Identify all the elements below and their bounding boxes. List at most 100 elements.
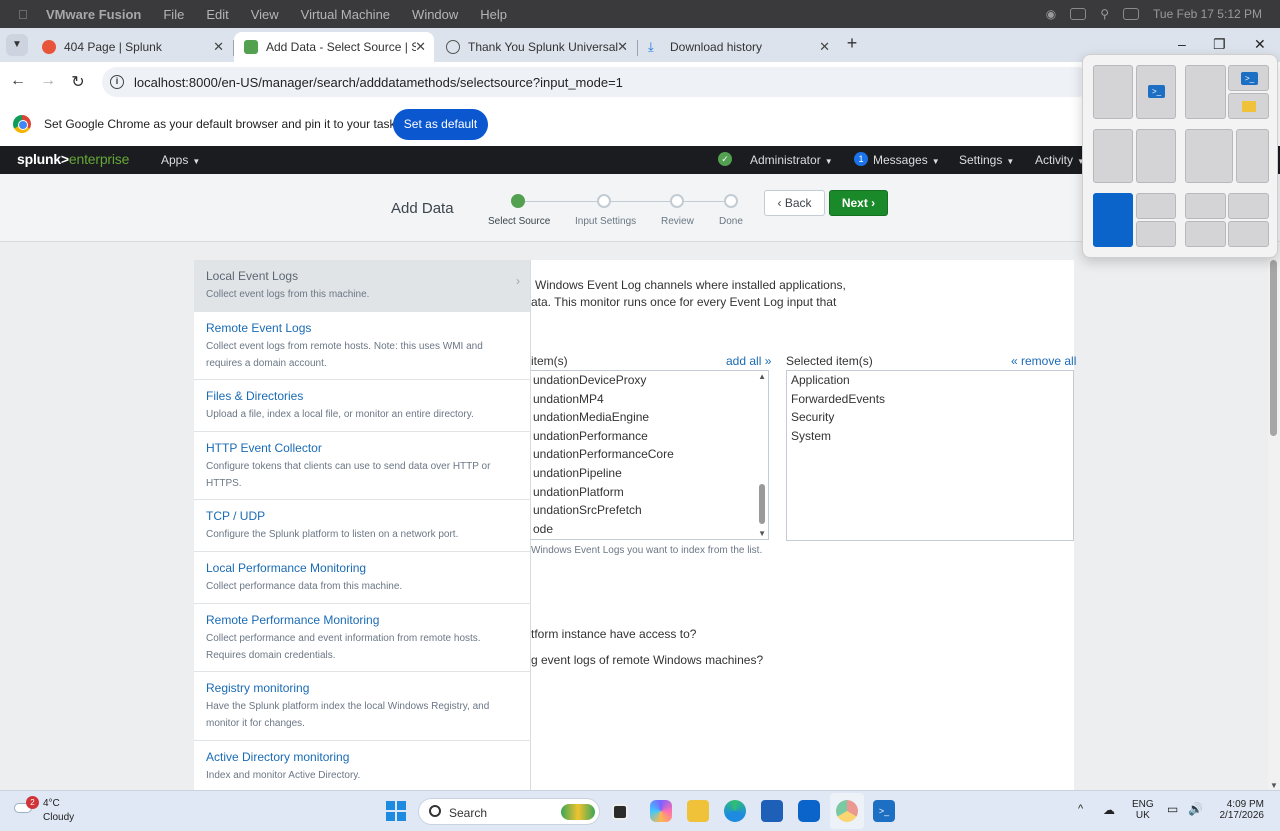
reload-icon[interactable]: ↻: [68, 72, 88, 92]
menu-view[interactable]: View: [251, 7, 279, 22]
splunk-logo[interactable]: splunk>enterprise: [17, 151, 129, 167]
next-button[interactable]: Next ›: [829, 190, 888, 216]
source-remote-performance-monitoring[interactable]: Remote Performance Monitoring Collect pe…: [194, 604, 530, 672]
source-tcp-udp[interactable]: TCP / UDP Configure the Splunk platform …: [194, 500, 530, 552]
snap-zone-third-1[interactable]: [1093, 129, 1133, 183]
snap-zone-active[interactable]: [1093, 193, 1133, 247]
file-explorer-icon[interactable]: [687, 800, 709, 822]
chevron-up-icon[interactable]: ^: [1078, 803, 1083, 815]
list-item[interactable]: undationPerformanceCore: [531, 445, 768, 464]
battery-icon[interactable]: [1070, 8, 1087, 20]
taskbar-clock[interactable]: 4:09 PM 2/17/2026: [1214, 799, 1265, 821]
source-local-performance-monitoring[interactable]: Local Performance Monitoring Collect per…: [194, 552, 530, 604]
source-files-directories[interactable]: Files & Directories Upload a file, index…: [194, 380, 530, 432]
snap-zone-half-left[interactable]: [1093, 65, 1133, 119]
menu-edit[interactable]: Edit: [206, 7, 228, 22]
settings-menu[interactable]: Settings ▼: [959, 153, 1014, 167]
list-item[interactable]: Security: [787, 408, 1073, 427]
source-http-event-collector[interactable]: HTTP Event Collector Configure tokens th…: [194, 432, 530, 500]
faq-access-question[interactable]: tform instance have access to?: [531, 627, 696, 641]
back-button[interactable]: ‹ Back: [764, 190, 825, 216]
menu-file[interactable]: File: [163, 7, 184, 22]
scroll-down-icon[interactable]: ▼: [1270, 781, 1278, 790]
page-scrollbar-thumb[interactable]: [1270, 260, 1277, 436]
add-all-link[interactable]: add all »: [726, 354, 771, 368]
faq-remote-question[interactable]: g event logs of remote Windows machines?: [531, 653, 763, 667]
copilot-icon[interactable]: [650, 800, 672, 822]
snap-zone-quad-5[interactable]: [1185, 221, 1226, 247]
menubar-app-name[interactable]: VMware Fusion: [46, 7, 141, 22]
messages-menu[interactable]: Messages ▼: [873, 153, 940, 167]
source-local-event-logs[interactable]: Local Event Logs Collect event logs from…: [194, 260, 530, 312]
outlook-icon[interactable]: [798, 800, 820, 822]
menubar-clock[interactable]: Tue Feb 17 5:12 PM: [1153, 7, 1262, 21]
url-input[interactable]: i localhost:8000/en-US/manager/search/ad…: [102, 67, 1092, 97]
network-icon[interactable]: ▭: [1167, 802, 1178, 816]
restore-button[interactable]: ❐: [1213, 36, 1226, 53]
close-icon[interactable]: ✕: [213, 39, 224, 55]
minimize-button[interactable]: –: [1178, 36, 1186, 52]
close-icon[interactable]: ✕: [819, 39, 830, 55]
snap-zone-half-right[interactable]: >_: [1136, 65, 1176, 119]
list-item[interactable]: System: [787, 427, 1073, 446]
page-scrollbar[interactable]: ▼: [1268, 242, 1280, 790]
snap-zone-top-right[interactable]: >_: [1228, 65, 1269, 91]
powershell-taskbar-icon[interactable]: >_: [873, 800, 895, 822]
set-as-default-button[interactable]: Set as default: [393, 109, 488, 140]
administrator-menu[interactable]: Administrator ▼: [750, 153, 833, 167]
snap-zone-quad-2[interactable]: [1136, 221, 1176, 247]
list-item[interactable]: undationPerformance: [531, 427, 768, 446]
list-item[interactable]: undationMP4: [531, 390, 768, 409]
list-item[interactable]: ode: [531, 520, 768, 539]
list-item[interactable]: undationPlatform: [531, 483, 768, 502]
language-indicator[interactable]: ENG UK: [1132, 799, 1154, 821]
snap-zone-third-2[interactable]: [1136, 129, 1176, 183]
selected-items-list[interactable]: Application ForwardedEvents Security Sys…: [786, 370, 1074, 541]
snap-zone-quad-6[interactable]: [1228, 221, 1269, 247]
taskbar-search-box[interactable]: Search: [418, 798, 600, 825]
apps-menu[interactable]: Apps ▼: [161, 153, 200, 167]
list-item[interactable]: undationDeviceProxy: [531, 371, 768, 390]
wifi-icon[interactable]: ◉: [1046, 7, 1056, 21]
list-item[interactable]: ForwardedEvents: [787, 390, 1073, 409]
weather-temperature[interactable]: 4°C: [43, 798, 60, 809]
back-arrow-icon[interactable]: ←: [8, 72, 28, 90]
close-window-button[interactable]: ✕: [1254, 36, 1266, 53]
menu-window[interactable]: Window: [412, 7, 458, 22]
available-items-list[interactable]: undationDeviceProxy undationMP4 undation…: [531, 370, 769, 540]
snap-zone-quad-1[interactable]: [1136, 193, 1176, 219]
site-info-icon[interactable]: i: [110, 75, 124, 89]
snap-zone-wide-2[interactable]: [1185, 129, 1233, 183]
store-icon[interactable]: [761, 800, 783, 822]
tab-404-page[interactable]: 404 Page | Splunk ✕: [32, 32, 232, 62]
close-icon[interactable]: ✕: [617, 39, 628, 55]
new-tab-button[interactable]: +: [842, 32, 862, 56]
scroll-up-icon[interactable]: ▲: [758, 372, 766, 381]
list-scrollbar[interactable]: ▲ ▼: [756, 371, 768, 539]
menu-help[interactable]: Help: [480, 7, 507, 22]
list-item[interactable]: undationSrcPrefetch: [531, 501, 768, 520]
source-remote-event-logs[interactable]: Remote Event Logs Collect event logs fro…: [194, 312, 530, 380]
snap-zone-wide-left[interactable]: [1185, 65, 1226, 119]
tab-add-data[interactable]: Add Data - Select Source | Splu ✕: [234, 32, 434, 62]
snap-zone-narrow-2[interactable]: [1236, 129, 1269, 183]
forward-arrow-icon[interactable]: →: [38, 72, 58, 90]
onedrive-icon[interactable]: ☁: [1103, 803, 1115, 817]
tab-search-button[interactable]: ▼: [6, 34, 28, 56]
volume-icon[interactable]: 🔊: [1188, 802, 1203, 816]
apple-icon[interactable]: : [18, 7, 32, 22]
tab-thank-you[interactable]: Thank You Splunk Universal For ✕: [436, 32, 636, 62]
list-item[interactable]: undationPipeline: [531, 464, 768, 483]
weather-condition[interactable]: Cloudy: [43, 812, 74, 823]
task-view-icon[interactable]: [612, 804, 628, 820]
control-center-icon[interactable]: [1123, 8, 1140, 20]
activity-menu[interactable]: Activity ▼: [1035, 153, 1085, 167]
tab-download-history[interactable]: ⤓ Download history ✕: [638, 32, 838, 62]
windows-start-icon[interactable]: [386, 801, 406, 821]
scrollbar-thumb[interactable]: [759, 484, 765, 524]
source-registry-monitoring[interactable]: Registry monitoring Have the Splunk plat…: [194, 672, 530, 741]
list-item[interactable]: Application: [787, 371, 1073, 390]
source-active-directory-monitoring[interactable]: Active Directory monitoring Index and mo…: [194, 741, 530, 790]
remove-all-link[interactable]: « remove all: [1011, 354, 1076, 368]
menu-virtual-machine[interactable]: Virtual Machine: [301, 7, 390, 22]
